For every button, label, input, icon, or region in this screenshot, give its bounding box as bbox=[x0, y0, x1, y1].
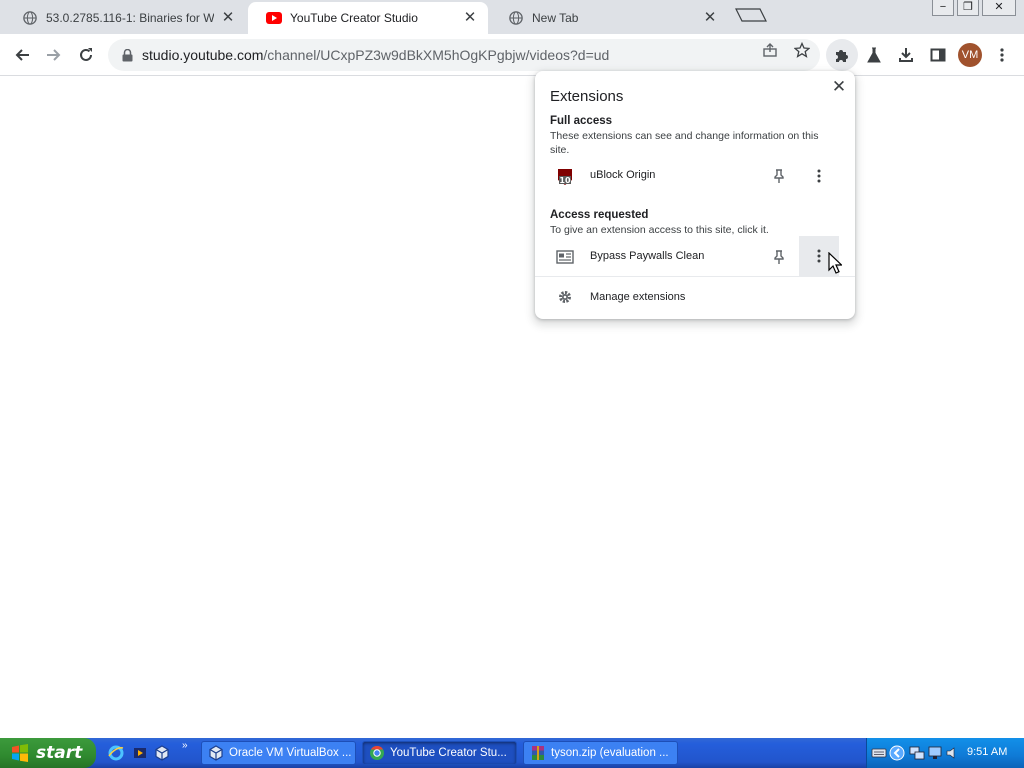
popup-divider bbox=[535, 276, 855, 277]
access-requested-description: To give an extension access to this site… bbox=[550, 224, 769, 236]
tab-new-tab[interactable]: New Tab ✕ bbox=[490, 2, 728, 34]
taskbar-item-youtube-creator-studio[interactable]: YouTube Creator Stu... bbox=[362, 741, 517, 765]
lock-icon[interactable] bbox=[120, 48, 134, 62]
more-vert-icon bbox=[1000, 48, 1004, 62]
share-icon[interactable] bbox=[762, 42, 778, 58]
manage-extensions-button[interactable]: Manage extensions bbox=[535, 283, 855, 311]
windows-flag-icon bbox=[12, 744, 28, 762]
start-label: start bbox=[36, 743, 83, 763]
manage-extensions-label: Manage extensions bbox=[590, 291, 686, 303]
extensions-button[interactable] bbox=[826, 39, 858, 71]
url-host: studio.youtube.com bbox=[142, 47, 264, 63]
side-panel-icon bbox=[930, 48, 946, 62]
more-vert-icon[interactable] bbox=[809, 166, 829, 186]
browser-toolbar: studio.youtube.com/channel/UCxpPZ3w9dBkX… bbox=[0, 34, 1024, 76]
page-content bbox=[0, 76, 1024, 738]
quick-launch-chevron-icon[interactable]: » bbox=[182, 740, 188, 751]
extension-row-bypass-paywalls-clean[interactable]: Bypass Paywalls Clean bbox=[535, 236, 855, 276]
system-tray: 9:51 AM bbox=[866, 738, 1024, 768]
url-path: /channel/UCxpPZ3w9dBkXM5hOgKPgbjw/videos… bbox=[263, 47, 610, 63]
access-requested-heading: Access requested bbox=[550, 209, 649, 221]
clock: 9:51 AM bbox=[967, 746, 1008, 758]
display-settings-icon[interactable] bbox=[927, 745, 943, 761]
tab-close-icon[interactable]: ✕ bbox=[702, 10, 718, 26]
tab-close-icon[interactable]: ✕ bbox=[220, 10, 236, 26]
star-icon[interactable] bbox=[794, 42, 810, 58]
gear-icon bbox=[559, 291, 571, 303]
taskbar-item-tyson-zip[interactable]: tyson.zip (evaluation ... bbox=[523, 741, 678, 765]
extension-name: Bypass Paywalls Clean bbox=[590, 250, 705, 262]
restore-button[interactable]: ❐ bbox=[957, 0, 979, 16]
download-icon bbox=[899, 48, 913, 62]
winrar-icon bbox=[532, 746, 544, 760]
pin-icon[interactable] bbox=[769, 247, 789, 267]
start-button[interactable]: start bbox=[0, 738, 96, 768]
arrow-right-icon bbox=[47, 49, 61, 61]
address-bar[interactable]: studio.youtube.com/channel/UCxpPZ3w9dBkX… bbox=[108, 39, 820, 71]
close-icon[interactable]: ✕ bbox=[829, 77, 849, 97]
taskbar-item-label: Oracle VM VirtualBox ... bbox=[229, 747, 352, 759]
tab-title: YouTube Creator Studio bbox=[290, 11, 418, 25]
globe-icon bbox=[22, 10, 38, 26]
side-panel-button[interactable] bbox=[922, 39, 954, 71]
extension-row-ublock-origin[interactable]: 10 uBlock Origin bbox=[535, 160, 855, 192]
taskbar-item-virtualbox[interactable]: Oracle VM VirtualBox ... bbox=[201, 741, 356, 765]
youtube-icon bbox=[266, 10, 282, 26]
svg-text:10: 10 bbox=[559, 176, 571, 185]
media-player-icon[interactable] bbox=[132, 745, 148, 761]
tab-close-icon[interactable]: ✕ bbox=[462, 10, 478, 26]
reload-icon bbox=[80, 48, 92, 61]
ublock-origin-icon: 10 bbox=[555, 166, 575, 186]
downloads-button[interactable] bbox=[890, 39, 922, 71]
window-controls: − ❐ ✕ bbox=[929, 0, 1016, 16]
network-icon[interactable] bbox=[909, 745, 925, 761]
pin-icon[interactable] bbox=[769, 166, 789, 186]
popup-title: Extensions bbox=[550, 88, 624, 105]
back-button[interactable] bbox=[6, 39, 38, 71]
new-tab-button[interactable] bbox=[734, 7, 768, 29]
minimize-button[interactable]: − bbox=[932, 0, 954, 16]
virtualbox-icon bbox=[209, 745, 223, 761]
tab-strip: 53.0.2785.116-1: Binaries for Wind ✕ You… bbox=[0, 0, 1024, 34]
chevron-left-icon[interactable] bbox=[889, 745, 905, 761]
full-access-description: These extensions can see and change info… bbox=[550, 130, 819, 156]
newspaper-icon bbox=[555, 247, 575, 267]
full-access-heading: Full access bbox=[550, 115, 613, 127]
forward-button[interactable] bbox=[38, 39, 70, 71]
flask-icon bbox=[867, 47, 881, 63]
internet-explorer-icon[interactable] bbox=[108, 745, 124, 761]
extension-name: uBlock Origin bbox=[590, 169, 656, 181]
volume-icon[interactable] bbox=[945, 745, 961, 761]
tab-binaries[interactable]: 53.0.2785.116-1: Binaries for Wind ✕ bbox=[4, 2, 246, 34]
profile-avatar[interactable]: VM bbox=[958, 43, 982, 67]
close-window-button[interactable]: ✕ bbox=[982, 0, 1016, 16]
extensions-popup: Extensions ✕ Full access These extension… bbox=[535, 71, 855, 319]
taskbar: start » Oracle VM VirtualBox ... YouTube… bbox=[0, 738, 1024, 768]
reload-button[interactable] bbox=[70, 39, 102, 71]
tab-title: New Tab bbox=[532, 11, 579, 25]
puzzle-icon bbox=[836, 50, 848, 62]
tab-youtube-creator-studio[interactable]: YouTube Creator Studio ✕ bbox=[248, 2, 488, 34]
mouse-cursor-icon bbox=[828, 252, 842, 274]
keyboard-icon[interactable] bbox=[871, 745, 887, 761]
taskbar-item-label: YouTube Creator Stu... bbox=[390, 747, 507, 759]
globe-icon bbox=[508, 10, 524, 26]
taskbar-item-label: tyson.zip (evaluation ... bbox=[551, 747, 669, 759]
arrow-left-icon bbox=[15, 49, 29, 61]
tab-title: 53.0.2785.116-1: Binaries for Wind bbox=[46, 11, 214, 25]
chrome-menu-button[interactable] bbox=[986, 39, 1018, 71]
virtualbox-icon[interactable] bbox=[154, 745, 170, 761]
chrome-icon bbox=[370, 745, 384, 760]
labs-button[interactable] bbox=[858, 39, 890, 71]
